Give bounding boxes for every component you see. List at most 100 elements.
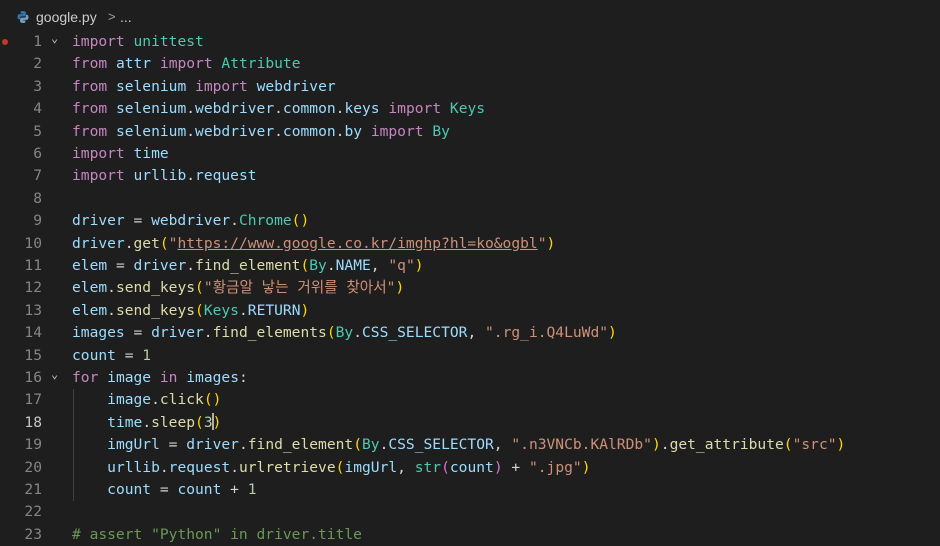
code-token: ) — [414, 257, 424, 274]
code-token: ) — [395, 279, 405, 297]
code-token: CSS_SELECTOR — [388, 436, 494, 454]
code-line[interactable]: 22 — [0, 501, 940, 523]
code-line[interactable]: 23 # assert "Python" in driver.title — [0, 524, 940, 546]
code-token: selenium — [115, 77, 187, 95]
code-token: by — [344, 122, 363, 140]
breadcrumb-filename[interactable]: google.py — [36, 9, 97, 25]
code-line[interactable]: 12 elem.send_keys("황금알 낳는 거위를 찾아서") — [0, 277, 940, 299]
code-line[interactable]: 18 time.sleep(3) — [0, 412, 940, 434]
breadcrumb-symbols[interactable]: ... — [120, 9, 132, 25]
code-token: . — [151, 391, 160, 409]
line-number: 7 — [33, 167, 42, 185]
code-token: : — [238, 369, 248, 386]
code-line[interactable]: 13 elem.send_keys(Keys.RETURN) — [0, 300, 940, 322]
code-line[interactable]: 6 import time — [0, 143, 940, 165]
code-line[interactable]: 20 urllib.request.urlretrieve(imgUrl, st… — [0, 457, 940, 479]
code-token: import — [159, 55, 213, 73]
line-number: 9 — [33, 212, 42, 230]
code-text: count = 1 — [72, 345, 151, 367]
code-token: find_elements — [212, 324, 327, 342]
code-line[interactable]: 11 elem = driver.find_element(By.NAME, "q… — [0, 255, 940, 277]
code-line[interactable]: 16 ⌄ for image in images: — [0, 367, 940, 389]
code-token: image — [107, 391, 152, 409]
code-token: = — [115, 346, 143, 364]
line-number: 22 — [24, 503, 42, 521]
code-token: unittest — [133, 33, 204, 50]
code-line[interactable]: 3 from selenium import webdriver — [0, 76, 940, 98]
code-token: . — [326, 257, 336, 274]
fold-chevron-icon[interactable]: ⌄ — [51, 363, 58, 385]
code-token: . — [238, 301, 248, 319]
code-token: . — [107, 279, 116, 297]
code-token: ( — [195, 413, 204, 431]
code-token: 1 — [247, 481, 257, 498]
code-token: keys — [344, 100, 380, 118]
code-token: elem — [72, 279, 108, 297]
code-token: ( — [195, 279, 204, 297]
code-token: ) — [836, 436, 846, 454]
code-text: urllib.request.urlretrieve(imgUrl, str(c… — [72, 457, 591, 479]
code-token: . — [274, 100, 283, 118]
code-line[interactable]: 1 ⌄ import unittest — [0, 31, 940, 53]
code-line[interactable]: 9 driver = webdriver.Chrome() — [0, 210, 940, 232]
code-token: + — [502, 458, 529, 476]
code-line[interactable]: 5 from selenium.webdriver.common.by impor… — [0, 121, 940, 143]
line-number: 23 — [24, 525, 42, 543]
code-token: ) — [493, 458, 503, 476]
code-token: . — [274, 122, 283, 140]
code-token: = — [124, 212, 152, 230]
code-token: from — [72, 55, 108, 73]
code-token: , — [493, 436, 512, 454]
code-line[interactable]: 10 driver.get("https://www.google.co.kr/i… — [0, 233, 940, 255]
code-text: elem.send_keys(Keys.RETURN) — [72, 300, 309, 322]
code-line[interactable]: 8 — [0, 188, 940, 210]
code-token: in — [159, 369, 178, 386]
code-token: By — [361, 436, 380, 454]
code-token: . — [230, 212, 239, 230]
code-token: image — [107, 369, 152, 386]
code-token: ) — [546, 234, 556, 252]
line-number: 11 — [24, 257, 42, 274]
fold-chevron-icon[interactable]: ⌄ — [51, 27, 58, 49]
code-text: import urllib.request — [72, 165, 257, 187]
code-token: import — [370, 122, 424, 140]
code-token: from — [72, 77, 108, 95]
code-line[interactable]: 14 images = driver.find_elements(By.CSS_S… — [0, 322, 940, 344]
code-token: import — [72, 145, 125, 162]
code-line[interactable]: 2 from attr import Attribute — [0, 53, 940, 75]
code-token: request — [168, 458, 231, 476]
code-line[interactable]: 15 count = 1 — [0, 345, 940, 367]
code-line[interactable]: 21 count = count + 1 — [0, 479, 940, 501]
code-line[interactable]: 19 imgUrl = driver.find_element(By.CSS_S… — [0, 434, 940, 456]
code-token: " — [537, 234, 547, 252]
line-number: 4 — [33, 100, 42, 118]
code-token: Keys — [203, 301, 239, 319]
line-number: 19 — [24, 436, 42, 454]
code-token: ) — [651, 436, 661, 454]
line-number: 5 — [33, 122, 42, 140]
code-token: . — [142, 413, 152, 431]
code-line[interactable]: 17 image.click() — [0, 389, 940, 411]
code-token: common — [282, 122, 336, 140]
code-line[interactable]: 7 import urllib.request — [0, 165, 940, 187]
code-line[interactable]: 4 from selenium.webdriver.common.keys imp… — [0, 98, 940, 120]
code-token: By — [432, 122, 450, 140]
code-text: import time — [72, 143, 169, 165]
code-text: from selenium import webdriver — [72, 76, 336, 98]
line-number: 14 — [24, 324, 42, 342]
code-text: images = driver.find_elements(By.CSS_SEL… — [72, 322, 617, 344]
code-text: imgUrl = driver.find_element(By.CSS_SELE… — [72, 434, 845, 456]
code-token: webdriver — [151, 212, 231, 230]
code-token: import — [72, 167, 125, 185]
code-editor[interactable]: 1 ⌄ import unittest 2 from attr import Attri… — [0, 31, 940, 543]
code-token: ) — [581, 458, 591, 476]
code-token: get — [133, 234, 160, 252]
code-token: driver — [72, 212, 125, 230]
code-token: ( — [159, 234, 169, 252]
